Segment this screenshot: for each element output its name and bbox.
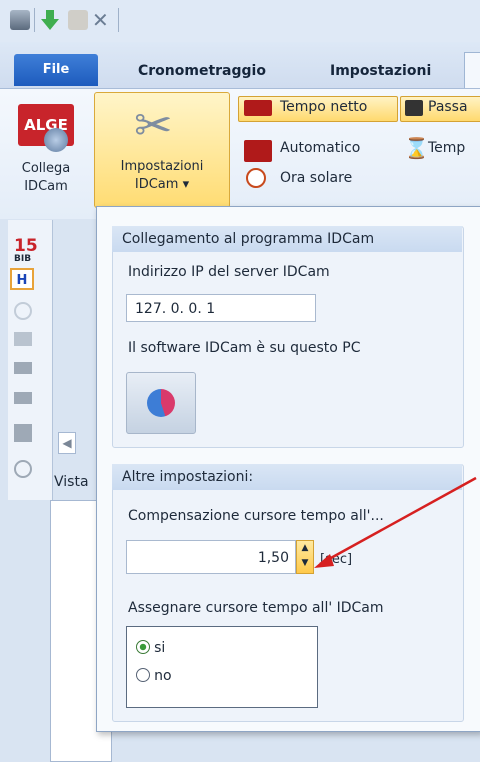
- tab-cronometraggio[interactable]: Cronometraggio: [138, 58, 266, 84]
- key-icon[interactable]: [10, 10, 30, 30]
- impostazioni-label-line2: IDCam ▾: [134, 177, 190, 192]
- scroll-left-arrow[interactable]: ◀: [58, 432, 76, 454]
- radio-si[interactable]: si: [136, 638, 165, 656]
- tab-active-partial[interactable]: [464, 52, 480, 89]
- clock-icon: [246, 168, 266, 188]
- ip-label: Indirizzo IP del server IDCam: [128, 264, 330, 280]
- radio-no-circle: [136, 668, 150, 682]
- bib-number[interactable]: 15: [14, 238, 38, 255]
- tools-icon: ✂: [134, 98, 173, 152]
- toolbar-separator: [34, 8, 35, 32]
- hourglass-icon: ⌛: [404, 136, 429, 160]
- bib-label: BIB: [14, 254, 32, 264]
- hand-icon[interactable]: [68, 10, 88, 30]
- sync-icon: [147, 389, 175, 417]
- radio-si-label: si: [154, 640, 166, 656]
- tab-file[interactable]: File: [14, 54, 98, 86]
- tempo-netto-label: Tempo netto: [280, 99, 368, 115]
- collega-label-line1: Collega: [21, 161, 71, 176]
- auto-icon: [244, 140, 272, 162]
- assegnare-label: Assegnare cursore tempo all' IDCam: [128, 600, 384, 616]
- automatico-button[interactable]: Automatico: [280, 140, 360, 156]
- toolbar-separator: [118, 8, 119, 32]
- radio-no-label: no: [154, 668, 172, 684]
- quick-access-toolbar: ✕: [0, 0, 480, 42]
- timer-icon: [244, 100, 272, 116]
- impostazioni-label-line1: Impostazioni: [120, 159, 204, 174]
- compensazione-input[interactable]: 1,50: [126, 540, 296, 574]
- connect-button[interactable]: [126, 372, 196, 434]
- passa-icon: [405, 100, 423, 116]
- gray-clock-icon[interactable]: [14, 302, 32, 320]
- radio-no[interactable]: no: [136, 666, 172, 684]
- radio-si-circle: [136, 640, 150, 654]
- download-icon[interactable]: [41, 10, 59, 30]
- globe-icon: [44, 128, 68, 152]
- counter-icon[interactable]: [14, 392, 32, 404]
- clock-icon[interactable]: [14, 460, 32, 478]
- temp-button[interactable]: Temp: [428, 140, 465, 156]
- passa-label: Passa: [428, 99, 468, 115]
- collega-idcam-button[interactable]: Collega IDCam: [8, 160, 84, 196]
- ip-input[interactable]: 127. 0. 0. 1: [126, 294, 316, 322]
- group-collegamento-title: Collegamento al programma IDCam: [112, 226, 462, 252]
- impostazioni-idcam-label: Impostazioni IDCam ▾: [96, 158, 228, 194]
- tab-impostazioni[interactable]: Impostazioni: [330, 58, 431, 84]
- counter-icon[interactable]: [14, 362, 32, 374]
- ora-solare-button[interactable]: Ora solare: [280, 170, 352, 186]
- tools-icon[interactable]: ✕: [92, 8, 109, 32]
- key-icon[interactable]: [14, 332, 32, 346]
- h-icon[interactable]: H: [10, 268, 34, 290]
- collega-label-line2: IDCam: [24, 179, 68, 194]
- vista-tab[interactable]: Vista: [54, 474, 89, 490]
- auto-icon[interactable]: [14, 424, 32, 442]
- software-label: Il software IDCam è su questo PC: [128, 340, 361, 356]
- annotation-arrow-icon: [314, 476, 477, 568]
